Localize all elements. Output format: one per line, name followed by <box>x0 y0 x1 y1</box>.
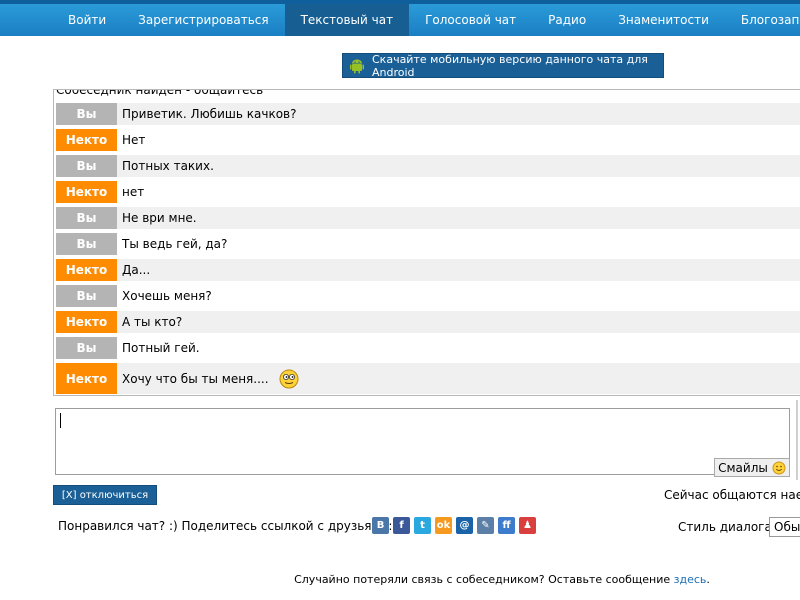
chat-message-text: Нет <box>122 133 146 147</box>
chat-message-row: Вы Потных таких. <box>56 155 800 177</box>
nav-item[interactable]: Блогозаписи <box>725 4 800 36</box>
smiley-icon <box>772 461 786 475</box>
chat-message-container: Не ври мне. <box>117 211 197 225</box>
share-icons: Bf t ok @ ✎ ff ♟ <box>372 517 536 534</box>
chat-message-row: Вы Потный гей. <box>56 337 800 359</box>
dialog-style-select[interactable]: Обы <box>769 517 800 537</box>
livejournal-icon[interactable]: ✎ <box>477 517 494 534</box>
sender-badge-stranger: Некто <box>56 311 117 333</box>
chat-log[interactable]: Собеседник найден - общайтесь Вы Приветик… <box>53 89 800 396</box>
android-icon <box>349 58 365 74</box>
lost-connection-link[interactable]: здесь <box>674 573 707 586</box>
chat-message-container: Хочешь меня? <box>117 289 212 303</box>
chat-message-text: Хочу что бы ты меня.... <box>122 371 269 386</box>
sender-badge-you: Вы <box>56 155 117 177</box>
sender-badge-you: Вы <box>56 337 117 359</box>
chat-message-text: Ты ведь гей, да? <box>122 237 228 251</box>
twitter-icon[interactable]: t <box>414 517 431 534</box>
chat-message-row: Некто Нет <box>56 129 800 151</box>
smileys-button[interactable]: Смайлы <box>714 458 790 477</box>
sender-badge-you: Вы <box>56 207 117 229</box>
moikrug-icon[interactable]: ♟ <box>519 517 536 534</box>
android-download-label: Скачайте мобильную версию данного чата д… <box>372 52 648 79</box>
odnoklassniki-icon[interactable]: ok <box>435 517 452 534</box>
lost-connection-text: Случайно потеряли связь с собеседником? … <box>294 573 674 586</box>
smileys-label: Смайлы <box>718 460 768 475</box>
chat-message-text: нет <box>122 185 145 199</box>
top-navigation: Войти Зарегистрироваться Текстовый чат Голо… <box>0 0 800 36</box>
message-input[interactable] <box>55 408 790 475</box>
chat-status-header: Собеседник найден - общайтесь <box>56 89 264 97</box>
chat-message-text: Потный гей. <box>122 341 200 355</box>
sender-badge-you: Вы <box>56 103 117 125</box>
chat-message-container: Потный гей. <box>117 341 200 355</box>
chat-message-container: нет <box>117 185 144 199</box>
sender-badge-you: Вы <box>56 233 117 255</box>
chat-message-container: А ты кто? <box>117 315 182 329</box>
android-download-button[interactable]: Скачайте мобильную версию данного чата д… <box>342 52 664 79</box>
chat-message-row: Некто Хочу что бы ты меня.... <box>56 363 800 394</box>
chat-message-row: Некто Да... <box>56 259 800 281</box>
chat-message-text: А ты кто? <box>122 315 183 329</box>
chat-message-row: Вы Не ври мне. <box>56 207 800 229</box>
chat-message-container: Ты ведь гей, да? <box>117 237 227 251</box>
chat-message-container: Хочу что бы ты меня.... <box>117 369 299 389</box>
sender-badge-stranger: Некто <box>56 181 117 203</box>
share-label: Понравился чат? :) Поделитесь ссылкой с … <box>58 519 393 533</box>
chat-message-text: Да... <box>122 263 151 277</box>
nav-item[interactable]: Радио <box>532 4 602 36</box>
nav-item[interactable]: Голосовой чат <box>409 4 532 36</box>
chat-message-text: Не ври мне. <box>122 211 197 225</box>
chat-message-container: Нет <box>117 133 145 147</box>
sender-badge-stranger: Некто <box>56 129 117 151</box>
online-count-text: Сейчас общаются наед <box>664 488 800 502</box>
sender-badge-you: Вы <box>56 285 117 307</box>
text-caret <box>60 413 61 428</box>
chat-message-container: Да... <box>117 263 150 277</box>
sender-badge-stranger: Некто <box>56 259 117 281</box>
chat-message-text: Хочешь меня? <box>122 289 212 303</box>
chat-message-container: Потных таких. <box>117 159 214 173</box>
dialog-style-label: Стиль диалога: <box>678 520 776 534</box>
facebook-icon[interactable]: f <box>393 517 410 534</box>
chat-message-container: Приветик. Любишь качков? <box>117 107 296 121</box>
mailru-icon[interactable]: @ <box>456 517 473 534</box>
page-scrollbar[interactable] <box>794 400 800 480</box>
nav-item[interactable]: Текстовый чат <box>284 4 410 36</box>
sender-badge-stranger: Некто <box>56 363 117 394</box>
disconnect-button[interactable]: [X] отключиться <box>53 485 157 505</box>
smiley-glasses-icon <box>279 369 299 389</box>
lost-connection-notice: Случайно потеряли связь с собеседником? … <box>0 573 800 586</box>
lost-connection-tail: . <box>706 573 710 586</box>
vkontakte-icon[interactable]: B <box>372 517 389 534</box>
chat-message-text: Потных таких. <box>122 159 214 173</box>
chat-message-row: Некто А ты кто? <box>56 311 800 333</box>
chat-message-row: Вы Ты ведь гей, да? <box>56 233 800 255</box>
chat-message-row: Некто нет <box>56 181 800 203</box>
chat-message-text: Приветик. Любишь качков? <box>122 107 297 121</box>
chat-message-row: Вы Хочешь меня? <box>56 285 800 307</box>
chat-message-row: Вы Приветик. Любишь качков? <box>56 103 800 125</box>
nav-item[interactable]: Знаменитости <box>602 4 725 36</box>
friendfeed-icon[interactable]: ff <box>498 517 515 534</box>
nav-item[interactable]: Зарегистрироваться <box>122 4 284 36</box>
nav-item[interactable]: Войти <box>52 4 122 36</box>
